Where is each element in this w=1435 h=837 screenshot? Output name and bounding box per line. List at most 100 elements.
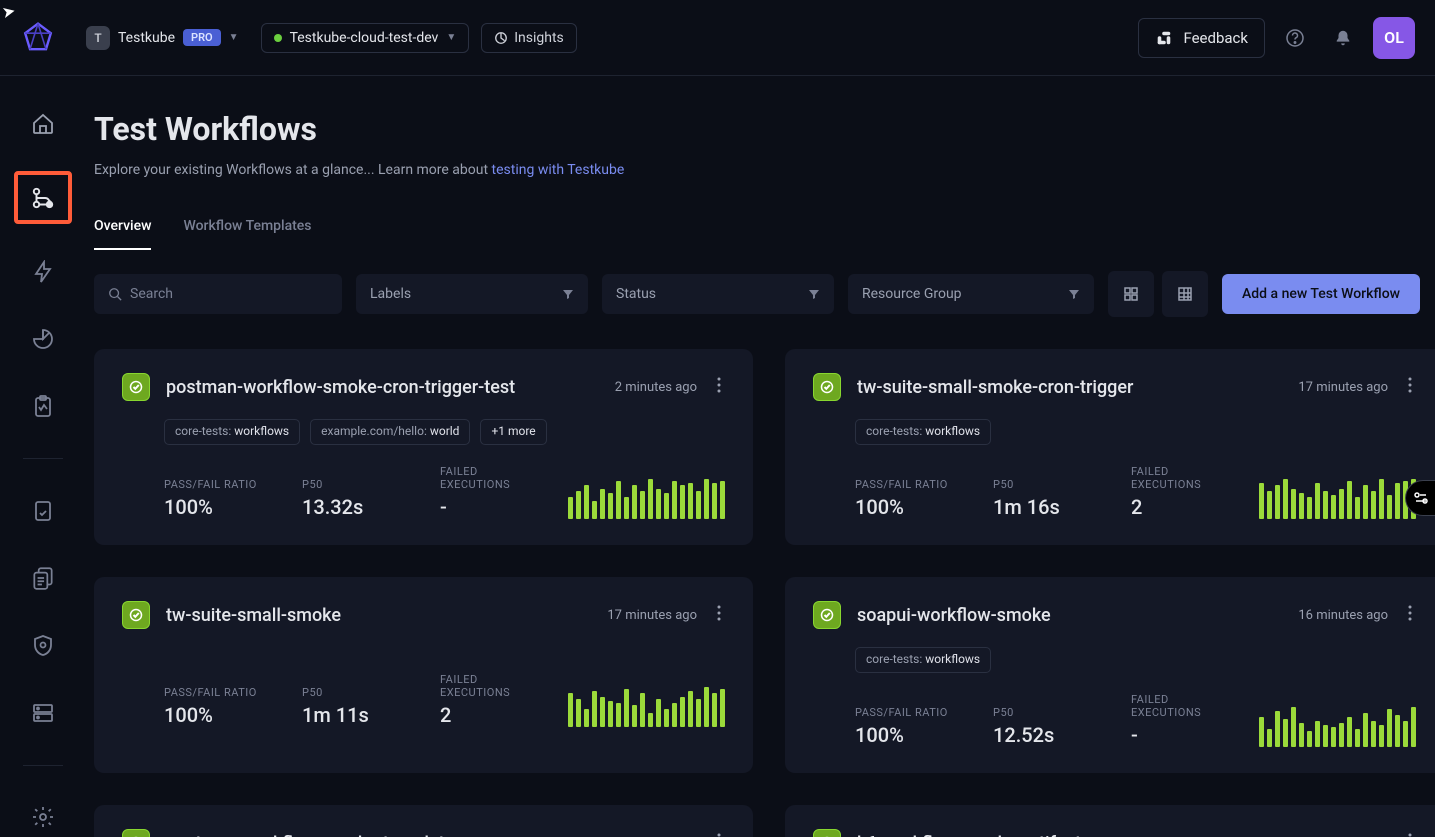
sparkline-bar bbox=[1395, 483, 1400, 519]
workflow-title: k6-workflow-smoke-artifacts bbox=[857, 833, 1282, 837]
sparkline-bar bbox=[1307, 497, 1312, 519]
stat-failed: 2 bbox=[1131, 495, 1221, 519]
tabs: Overview Workflow Templates bbox=[94, 218, 1435, 251]
org-selector[interactable]: T Testkube PRO ▼ bbox=[76, 20, 249, 56]
filter-status[interactable]: Status bbox=[602, 274, 834, 314]
floating-sidebar-toggle[interactable] bbox=[1405, 480, 1435, 516]
sidebar-resources[interactable] bbox=[21, 693, 65, 732]
search-input[interactable]: Search bbox=[94, 274, 342, 314]
card-stats: PASS/FAIL RATIO100% P501m 16s FAILED EXE… bbox=[855, 465, 1416, 519]
sparkline-bar bbox=[1291, 489, 1296, 519]
sidebar-workflows[interactable] bbox=[14, 171, 72, 224]
stat-p50: 13.32s bbox=[302, 495, 402, 519]
chevron-down-icon: ▼ bbox=[229, 32, 239, 43]
sparkline-bar bbox=[672, 481, 677, 519]
chevron-down-icon: ▼ bbox=[446, 32, 456, 43]
workflow-card[interactable]: postman-workflow-smoke-template 16 minut… bbox=[94, 805, 753, 837]
sparkline-bar bbox=[584, 485, 589, 519]
stat-failed: 2 bbox=[440, 703, 530, 727]
filter-icon bbox=[808, 288, 820, 300]
workflow-card[interactable]: soapui-workflow-smoke 16 minutes ago cor… bbox=[785, 577, 1435, 773]
sparkline-bar bbox=[1379, 479, 1384, 519]
feedback-button[interactable]: Feedback bbox=[1138, 18, 1265, 58]
add-workflow-button[interactable]: Add a new Test Workflow bbox=[1222, 274, 1420, 314]
workflow-card[interactable]: tw-suite-small-smoke 17 minutes ago PASS… bbox=[94, 577, 753, 773]
sidebar-home[interactable] bbox=[21, 104, 65, 143]
more-menu-icon[interactable] bbox=[1404, 833, 1416, 837]
tab-overview[interactable]: Overview bbox=[94, 218, 151, 250]
sparkline-bar bbox=[1299, 493, 1304, 519]
workflow-title: tw-suite-small-smoke-cron-trigger bbox=[857, 377, 1282, 398]
sparkline-bar bbox=[568, 693, 573, 727]
sidebar-triggers[interactable] bbox=[21, 252, 65, 291]
more-menu-icon[interactable] bbox=[713, 377, 725, 397]
sparkline-bar bbox=[648, 713, 653, 727]
stat-label: PASS/FAIL RATIO bbox=[855, 706, 955, 719]
more-menu-icon[interactable] bbox=[1404, 605, 1416, 625]
workflow-card[interactable]: k6-workflow-smoke-artifacts 16 minutes a… bbox=[785, 805, 1435, 837]
user-avatar[interactable]: OL bbox=[1373, 17, 1415, 59]
sparkline-bar bbox=[688, 483, 693, 519]
sparkline-bar bbox=[1267, 491, 1272, 519]
environment-selector[interactable]: Testkube-cloud-test-dev ▼ bbox=[261, 23, 470, 53]
sidebar-tests[interactable] bbox=[21, 491, 65, 530]
stat-label: P50 bbox=[302, 478, 402, 491]
sparkline-bar bbox=[696, 491, 701, 519]
testkube-logo-icon[interactable] bbox=[20, 20, 56, 56]
sidebar bbox=[0, 76, 86, 837]
insights-label: Insights bbox=[514, 30, 564, 46]
more-menu-icon[interactable] bbox=[713, 605, 725, 625]
notifications-button[interactable] bbox=[1325, 20, 1361, 56]
slack-icon bbox=[1155, 29, 1173, 47]
page-subtitle: Explore your existing Workflows at a gla… bbox=[94, 162, 1435, 178]
env-name: Testkube-cloud-test-dev bbox=[290, 30, 439, 46]
help-button[interactable] bbox=[1277, 20, 1313, 56]
sparkline-bar bbox=[1363, 485, 1368, 519]
sparkline-bar bbox=[1347, 481, 1352, 519]
more-menu-icon[interactable] bbox=[1404, 377, 1416, 397]
grid-view-button[interactable] bbox=[1108, 271, 1154, 317]
sidebar-status[interactable] bbox=[21, 387, 65, 426]
sparkline-bar bbox=[1363, 713, 1368, 747]
workflow-card[interactable]: postman-workflow-smoke-cron-trigger-test… bbox=[94, 349, 753, 545]
sparkline-bar bbox=[696, 699, 701, 727]
sidebar-analytics[interactable] bbox=[21, 320, 65, 359]
sparkline-bar bbox=[672, 703, 677, 727]
sparkline-bar bbox=[1307, 731, 1312, 747]
stat-failed: - bbox=[1131, 723, 1221, 747]
workflow-tag: +1 more bbox=[480, 419, 546, 445]
workflow-card[interactable]: tw-suite-small-smoke-cron-trigger 17 min… bbox=[785, 349, 1435, 545]
sidebar-suites[interactable] bbox=[21, 559, 65, 598]
tab-templates[interactable]: Workflow Templates bbox=[183, 218, 311, 250]
status-dot-icon bbox=[274, 34, 282, 42]
sparkline-bar bbox=[1259, 483, 1264, 519]
sparkline-bar bbox=[1323, 491, 1328, 519]
workflow-tags: core-tests: workflows bbox=[855, 419, 1416, 445]
stat-ratio: 100% bbox=[164, 495, 264, 519]
workflow-tag: example.com/hello: world bbox=[310, 419, 470, 445]
sparkline-bar bbox=[1355, 497, 1360, 519]
workflow-cards-grid: postman-workflow-smoke-cron-trigger-test… bbox=[94, 349, 1435, 837]
sparkline-bar bbox=[1355, 729, 1360, 747]
sparkline-bar bbox=[568, 497, 573, 519]
filter-labels[interactable]: Labels bbox=[356, 274, 588, 314]
insights-button[interactable]: Insights bbox=[481, 23, 577, 53]
filter-resource-group[interactable]: Resource Group bbox=[848, 274, 1094, 314]
sparkline-bar bbox=[576, 491, 581, 519]
sparkline-bar bbox=[616, 703, 621, 727]
sparkline-bar bbox=[1323, 725, 1328, 747]
sparkline-bar bbox=[1315, 483, 1320, 519]
list-view-button[interactable] bbox=[1162, 271, 1208, 317]
sidebar-security[interactable] bbox=[21, 626, 65, 665]
workflow-title: postman-workflow-smoke-template bbox=[166, 833, 591, 837]
stat-label: PASS/FAIL RATIO bbox=[164, 478, 264, 491]
sparkline-bar bbox=[632, 705, 637, 727]
sparkline-bar bbox=[1379, 725, 1384, 747]
sidebar-settings[interactable] bbox=[21, 798, 65, 837]
stat-label: FAILED EXECUTIONS bbox=[440, 673, 530, 699]
learn-more-link[interactable]: testing with Testkube bbox=[492, 162, 625, 178]
sparkline-bar bbox=[1291, 707, 1296, 747]
card-stats: PASS/FAIL RATIO100% P501m 11s FAILED EXE… bbox=[164, 673, 725, 727]
more-menu-icon[interactable] bbox=[713, 833, 725, 837]
sparkline-chart bbox=[1259, 479, 1416, 519]
